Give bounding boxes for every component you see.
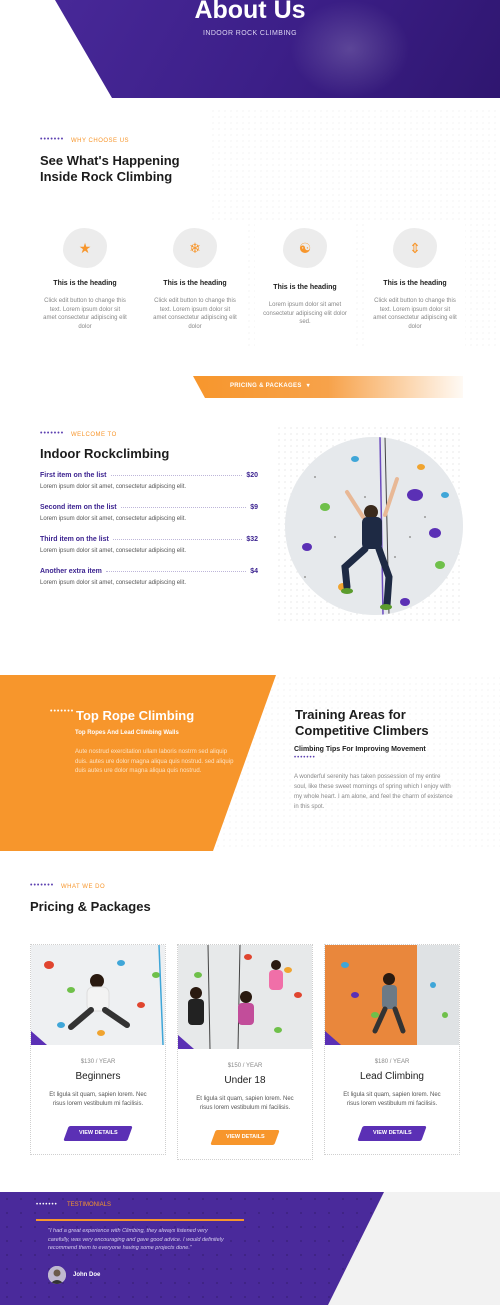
climber-photo-beginners [31, 945, 165, 1045]
view-details-button[interactable]: VIEW DETAILS [357, 1126, 427, 1141]
eyebrow-dots: ••••••• [30, 882, 55, 889]
menu-item-name: First item on the list [40, 472, 107, 479]
climber-icon: ☯ [283, 228, 327, 268]
view-details-button[interactable]: VIEW DETAILS [210, 1130, 280, 1145]
menu-item-price: $20 [246, 472, 258, 479]
package-name: Lead Climbing [360, 1071, 424, 1082]
feature-card: ☯ This is the heading Lorem ipsum dolor … [255, 220, 355, 348]
eyebrow-dots: ••••••• [36, 1202, 58, 1208]
climber-photo [285, 437, 463, 615]
package-card: $130 / YEAR Beginners Et ligula sit quam… [30, 944, 166, 1155]
top-rope-title: Top Rope Climbing [76, 708, 195, 723]
page-subtitle: INDOOR ROCK CLIMBING [203, 30, 297, 37]
menu-item-desc: Lorem ipsum dolor sit amet, consectetur … [40, 516, 187, 522]
feature-card: ★ This is the heading Click edit button … [35, 220, 135, 348]
snowflake-icon: ❄ [173, 228, 217, 268]
package-desc: Et ligula sit quam, sapien lorem. Nec ri… [49, 1092, 147, 1107]
package-photo [31, 945, 165, 1045]
feature-heading: This is the heading [53, 280, 117, 287]
feature-text: Lorem ipsum dolor sit amet consectetur a… [263, 302, 347, 325]
corner-accent [325, 1031, 341, 1045]
dotted-leader [112, 539, 243, 540]
menu-item-desc: Lorem ipsum dolor sit amet, consectetur … [40, 548, 187, 554]
dotted-leader [120, 507, 247, 508]
climber-photo-lead [325, 945, 459, 1045]
menu-item-desc: Lorem ipsum dolor sit amet, consectetur … [40, 484, 187, 490]
feature-heading: This is the heading [383, 280, 447, 287]
menu-item: Another extra item $4 Lorem ipsum dolor … [40, 568, 258, 586]
package-name: Under 18 [224, 1075, 266, 1086]
menu-item-name: Second item on the list [40, 504, 117, 511]
testimonial-quote: "I had a great experience with Climbing,… [48, 1228, 224, 1251]
top-rope-subtitle: Top Ropes And Lead Climbing Walls [75, 730, 179, 736]
package-desc: Et ligula sit quam, sapien lorem. Nec ri… [196, 1096, 294, 1111]
package-desc: Et ligula sit quam, sapien lorem. Nec ri… [343, 1092, 441, 1107]
climber-illustration [285, 437, 463, 615]
menu-item-name: Third item on the list [40, 536, 109, 543]
page-title: About Us [194, 0, 306, 24]
menu-item: Third item on the list $32 Lorem ipsum d… [40, 536, 258, 554]
menu-item-desc: Lorem ipsum dolor sit amet, consectetur … [40, 580, 187, 586]
menu-item-name: Another extra item [40, 568, 102, 575]
corner-accent [31, 1031, 47, 1045]
menu-item-price: $4 [250, 568, 258, 575]
feature-text: Click edit button to change this text. L… [153, 298, 237, 330]
feature-card: ❄ This is the heading Click edit button … [145, 220, 245, 348]
menu-item-price: $9 [250, 504, 258, 511]
top-rope-body: Aute nostrud exercitation ullam laboris … [75, 749, 234, 774]
package-card: $150 / YEAR Under 18 Et ligula sit quam,… [177, 944, 313, 1160]
feature-heading: This is the heading [273, 284, 337, 291]
training-title: Training Areas for Competitive Climbers [295, 707, 429, 738]
climber-photo-under18 [178, 945, 312, 1049]
feature-text: Click edit button to change this text. L… [373, 298, 457, 330]
corner-accent [178, 1035, 194, 1049]
package-card: $180 / YEAR Lead Climbing Et ligula sit … [324, 944, 460, 1155]
feature-heading: This is the heading [163, 280, 227, 287]
chevron-down-icon: ▾ [306, 383, 310, 389]
testimonials-eyebrow: TESTIMONIALS [67, 1202, 112, 1208]
avatar [48, 1266, 66, 1284]
training-subtitle: Climbing Tips For Improving Movement [294, 746, 426, 753]
package-price: $130 / YEAR [80, 1059, 116, 1065]
why-title: See What's Happening Inside Rock Climbin… [40, 153, 180, 184]
package-photo [178, 945, 312, 1049]
dotted-leader [110, 475, 243, 476]
menu-item: First item on the list $20 Lorem ipsum d… [40, 472, 258, 490]
subtitle-dots: ••••••• [294, 755, 316, 761]
feature-card: ⇕ This is the heading Click edit button … [365, 220, 465, 348]
dotted-leader [105, 571, 247, 572]
divider [36, 1219, 244, 1221]
packages-title: Pricing & Packages [30, 899, 151, 914]
menu-item: Second item on the list $9 Lorem ipsum d… [40, 504, 258, 522]
testimonial-author: John Doe [73, 1272, 101, 1278]
trophy-icon: ★ [63, 228, 107, 268]
package-price: $180 / YEAR [374, 1059, 410, 1065]
package-price: $150 / YEAR [227, 1063, 263, 1069]
view-details-button[interactable]: VIEW DETAILS [63, 1126, 133, 1141]
title-dots: ••••••• [50, 708, 75, 715]
eyebrow-dots: ••••••• [40, 136, 65, 143]
welcome-eyebrow: WELCOME TO [71, 432, 117, 438]
pricing-tab-label[interactable]: PRICING & PACKAGES ▾ [230, 382, 310, 389]
training-body: A wonderful serenity has taken possessio… [294, 774, 453, 810]
feature-text: Click edit button to change this text. L… [43, 298, 127, 330]
welcome-title: Indoor Rockclimbing [40, 446, 170, 461]
menu-item-price: $32 [246, 536, 258, 543]
why-eyebrow: WHY CHOOSE US [71, 138, 130, 144]
arrows-icon: ⇕ [393, 228, 437, 268]
package-name: Beginners [75, 1071, 121, 1082]
eyebrow-dots: ••••••• [40, 430, 65, 437]
package-photo [325, 945, 459, 1045]
packages-eyebrow: WHAT WE DO [61, 884, 106, 890]
